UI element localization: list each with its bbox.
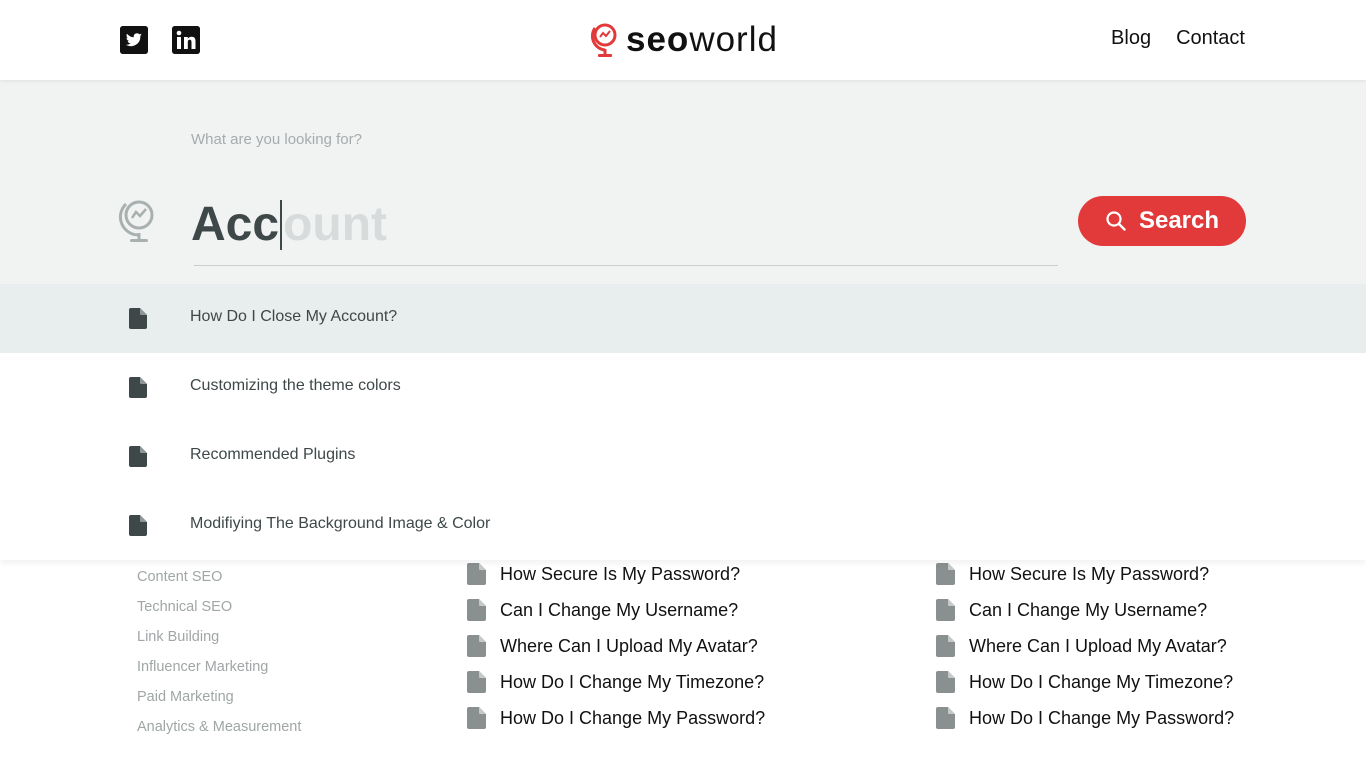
article-link-label: Where Can I Upload My Avatar?	[969, 636, 1227, 656]
search-result-label: Customizing the theme colors	[190, 377, 401, 394]
site-header: seoworld Blog Contact	[0, 0, 1366, 80]
article-link-label: How Secure Is My Password?	[969, 564, 1210, 584]
article-link[interactable]: Where Can I Upload My Avatar?	[467, 634, 765, 670]
article-link-label: Where Can I Upload My Avatar?	[500, 636, 758, 656]
search-button-label: Search	[1138, 207, 1220, 234]
document-icon	[467, 635, 486, 657]
search-result-item[interactable]: How Do I Close My Account?	[0, 284, 1366, 353]
category-link-technical-seo[interactable]: Technical SEO	[137, 598, 301, 628]
logo-text-bold: seo	[626, 20, 690, 59]
main-nav: Blog Contact	[1111, 27, 1245, 50]
category-link-link-building[interactable]: Link Building	[137, 628, 301, 658]
nav-blog-link[interactable]: Blog	[1111, 27, 1151, 50]
article-link-label: Can I Change My Username?	[969, 600, 1208, 620]
article-link[interactable]: How Secure Is My Password?	[936, 562, 1234, 598]
document-icon	[936, 635, 955, 657]
globe-logo-icon	[590, 23, 617, 57]
document-icon	[129, 308, 147, 329]
nav-contact-link[interactable]: Contact	[1176, 27, 1245, 50]
search-icon	[1106, 211, 1126, 231]
document-icon	[467, 599, 486, 621]
search-bar-area: What are you looking for? Acc ount Search	[0, 80, 1366, 284]
search-input-typed-text: Acc	[191, 198, 280, 251]
search-result-label: How Do I Close My Account?	[190, 308, 398, 325]
article-link[interactable]: Can I Change My Username?	[936, 598, 1234, 634]
document-icon	[467, 563, 486, 585]
article-link-label: How Do I Change My Timezone?	[500, 672, 765, 692]
document-icon	[936, 563, 955, 585]
article-link-label: How Do I Change My Password?	[969, 708, 1235, 728]
search-input[interactable]: Acc ount	[191, 194, 387, 256]
document-icon	[936, 599, 955, 621]
article-link-label: How Do I Change My Password?	[500, 708, 766, 728]
search-panel: What are you looking for? Acc ount Search…	[0, 80, 1366, 560]
document-icon	[129, 515, 147, 536]
linkedin-icon[interactable]	[172, 26, 200, 54]
article-list-column-2: How Secure Is My Password? Can I Change …	[936, 562, 1234, 742]
search-button[interactable]: Search	[1078, 196, 1246, 246]
category-list: Content SEO Technical SEO Link Building …	[137, 568, 301, 748]
article-link-label: How Secure Is My Password?	[500, 564, 741, 584]
search-result-label: Modifiying The Background Image & Color	[190, 515, 491, 532]
search-autocomplete-hint: ount	[283, 198, 388, 251]
article-link[interactable]: Can I Change My Username?	[467, 598, 765, 634]
search-prompt: What are you looking for?	[191, 131, 362, 148]
document-icon	[936, 671, 955, 693]
article-list-column-1: How Secure Is My Password? Can I Change …	[467, 562, 765, 742]
article-link[interactable]: Where Can I Upload My Avatar?	[936, 634, 1234, 670]
article-link[interactable]: How Secure Is My Password?	[467, 562, 765, 598]
search-result-item[interactable]: Modifiying The Background Image & Color	[0, 491, 1366, 560]
site-logo[interactable]: seoworld	[590, 20, 778, 60]
document-icon	[129, 377, 147, 398]
category-link-paid-marketing[interactable]: Paid Marketing	[137, 688, 301, 718]
document-icon	[467, 671, 486, 693]
article-link[interactable]: How Do I Change My Timezone?	[936, 670, 1234, 706]
logo-text-light: world	[689, 20, 778, 59]
search-result-item[interactable]: Recommended Plugins	[0, 422, 1366, 491]
search-input-underline	[194, 265, 1058, 266]
category-link-analytics[interactable]: Analytics & Measurement	[137, 718, 301, 748]
article-link-label: How Do I Change My Timezone?	[969, 672, 1234, 692]
category-link-influencer-marketing[interactable]: Influencer Marketing	[137, 658, 301, 688]
article-link[interactable]: How Do I Change My Timezone?	[467, 670, 765, 706]
search-result-label: Recommended Plugins	[190, 446, 356, 463]
document-icon	[129, 446, 147, 467]
text-caret	[280, 200, 283, 250]
article-link[interactable]: How Do I Change My Password?	[467, 706, 765, 742]
article-link-label: Can I Change My Username?	[500, 600, 739, 620]
search-result-item[interactable]: Customizing the theme colors	[0, 353, 1366, 422]
document-icon	[467, 707, 486, 729]
article-link[interactable]: How Do I Change My Password?	[936, 706, 1234, 742]
document-icon	[936, 707, 955, 729]
logo-text: seoworld	[626, 20, 778, 60]
twitter-icon[interactable]	[120, 26, 148, 54]
category-link-content-seo[interactable]: Content SEO	[137, 568, 301, 598]
search-results-dropdown: How Do I Close My Account? Customizing t…	[0, 284, 1366, 560]
globe-icon	[118, 200, 154, 242]
